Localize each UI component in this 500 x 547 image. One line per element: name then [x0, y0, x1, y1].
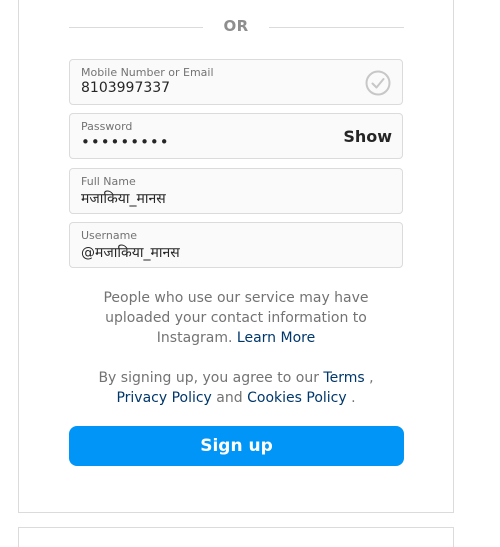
learn-more-link[interactable]: Learn More [237, 330, 315, 346]
or-divider-left [69, 27, 203, 28]
username-value: @मजाकिया_मानस [81, 245, 180, 261]
full-name-value: मजाकिया_मानस [81, 191, 166, 207]
password-field[interactable]: Password ••••••••• Show [69, 113, 403, 159]
terms-separator: , [364, 370, 374, 386]
or-divider-right [269, 27, 404, 28]
login-prompt-card [18, 527, 454, 547]
terms-notice: By signing up, you agree to our Terms , … [74, 368, 398, 408]
or-divider-label: OR [223, 17, 249, 35]
username-label: Username [81, 229, 138, 242]
full-name-label: Full Name [81, 175, 136, 188]
check-circle-icon [365, 70, 391, 96]
contact-upload-notice: People who use our service may have uplo… [74, 288, 398, 348]
password-value: ••••••••• [81, 133, 170, 151]
password-label: Password [81, 120, 133, 133]
sign-up-button[interactable]: Sign up [69, 426, 404, 466]
show-password-button[interactable]: Show [343, 127, 392, 146]
terms-prefix: By signing up, you agree to our [98, 370, 324, 386]
mobile-or-email-label: Mobile Number or Email [81, 66, 214, 79]
username-field[interactable]: Username @मजाकिया_मानस [69, 222, 403, 268]
mobile-or-email-value: 8103997337 [81, 80, 171, 96]
mobile-or-email-field[interactable]: Mobile Number or Email 8103997337 [69, 59, 403, 105]
privacy-policy-link[interactable]: Privacy Policy [116, 390, 211, 406]
cookies-policy-link[interactable]: Cookies Policy [247, 390, 347, 406]
full-name-field[interactable]: Full Name मजाकिया_मानस [69, 168, 403, 214]
terms-link[interactable]: Terms [323, 370, 364, 386]
terms-and: and [211, 390, 248, 406]
terms-suffix: . [346, 390, 356, 406]
